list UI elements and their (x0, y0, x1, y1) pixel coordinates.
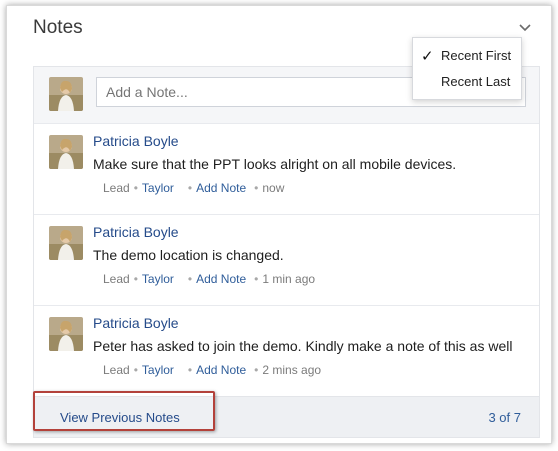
avatar (49, 135, 83, 169)
note-text: Peter has asked to join the demo. Kindly… (93, 338, 513, 354)
notes-count: 3 of 7 (488, 410, 521, 425)
separator-dot: • (133, 272, 138, 286)
notes-panel: Patricia Boyle Make sure that the PPT lo… (33, 66, 540, 438)
avatar (49, 226, 83, 260)
note-action-link[interactable]: Add Note (196, 272, 246, 286)
note-meta: Lead • Taylor • Add Note • 2 mins ago (103, 363, 321, 377)
note-record-type: Lead (103, 181, 130, 195)
menu-item-recent-first[interactable]: Recent First (441, 48, 511, 63)
note-record-link[interactable]: Taylor (142, 272, 174, 286)
separator-dot: • (133, 181, 138, 195)
note-record-link[interactable]: Taylor (142, 181, 174, 195)
note-author[interactable]: Patricia Boyle (93, 315, 179, 331)
checkmark-icon: ✓ (421, 48, 434, 65)
note-author[interactable]: Patricia Boyle (93, 224, 179, 240)
page-title: Notes (33, 17, 83, 38)
note-time: 1 min ago (262, 272, 316, 286)
note-action-link[interactable]: Add Note (196, 181, 246, 195)
separator-dot: • (254, 363, 259, 377)
note-record-type: Lead (103, 272, 130, 286)
note-record-type: Lead (103, 363, 130, 377)
note-text: The demo location is changed. (93, 247, 284, 263)
sort-dropdown-menu: ✓ Recent First Recent Last (412, 37, 522, 100)
separator-dot: • (187, 272, 193, 286)
separator-dot: • (133, 363, 138, 377)
list-item: Patricia Boyle The demo location is chan… (34, 214, 539, 305)
note-meta: Lead • Taylor • Add Note • now (103, 181, 284, 195)
note-record-link[interactable]: Taylor (142, 363, 174, 377)
list-item: Patricia Boyle Make sure that the PPT lo… (34, 123, 539, 214)
note-text: Make sure that the PPT looks alright on … (93, 156, 457, 172)
separator-dot: • (187, 181, 193, 195)
note-action-link[interactable]: Add Note (196, 363, 246, 377)
separator-dot: • (187, 363, 193, 377)
separator-dot: • (254, 181, 259, 195)
chevron-down-icon[interactable] (518, 23, 532, 33)
avatar (49, 317, 83, 351)
separator-dot: • (254, 272, 259, 286)
note-time: now (262, 181, 285, 195)
highlight-box (33, 391, 215, 431)
note-meta: Lead • Taylor • Add Note • 1 min ago (103, 272, 315, 286)
avatar (49, 77, 83, 111)
list-item: Patricia Boyle Peter has asked to join t… (34, 305, 539, 396)
note-time: 2 mins ago (262, 363, 322, 377)
note-author[interactable]: Patricia Boyle (93, 133, 179, 149)
menu-item-recent-last[interactable]: Recent Last (441, 74, 510, 89)
